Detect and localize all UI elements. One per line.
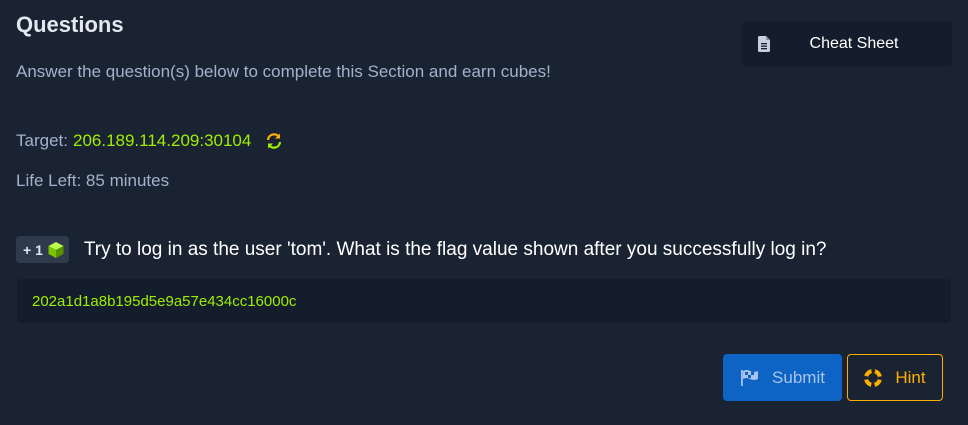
section-subtitle: Answer the question(s) below to complete… xyxy=(16,62,551,81)
hint-label: Hint xyxy=(895,367,926,387)
target-ip[interactable]: 206.189.114.209:30104 xyxy=(73,131,251,151)
cube-count: + 1 xyxy=(23,241,43,258)
life-ring-icon xyxy=(864,368,883,387)
question-text: Try to log in as the user 'tom'. What is… xyxy=(83,238,827,260)
refresh-icon[interactable] xyxy=(265,132,283,150)
question-row: + 1 Try to log in as the user 'tom'. Wha… xyxy=(16,236,826,263)
hint-button[interactable]: Hint xyxy=(847,354,943,401)
document-icon xyxy=(758,35,770,52)
target-row: Target: 206.189.114.209:30104 xyxy=(16,131,283,151)
submit-label: Submit xyxy=(772,367,825,387)
cube-reward-badge: + 1 xyxy=(16,236,69,263)
target-label: Target: xyxy=(16,131,68,150)
cheat-sheet-label: Cheat Sheet xyxy=(809,34,899,52)
flag-icon xyxy=(740,369,760,387)
submit-button[interactable]: Submit xyxy=(723,354,842,401)
cube-icon xyxy=(47,241,65,259)
cheat-sheet-button[interactable]: Cheat Sheet xyxy=(742,21,952,66)
answer-field[interactable]: 202a1d1a8b195d5e9a57e434cc16000c xyxy=(17,279,951,323)
section-title: Questions xyxy=(16,12,124,37)
life-left: Life Left: 85 minutes xyxy=(16,171,170,190)
